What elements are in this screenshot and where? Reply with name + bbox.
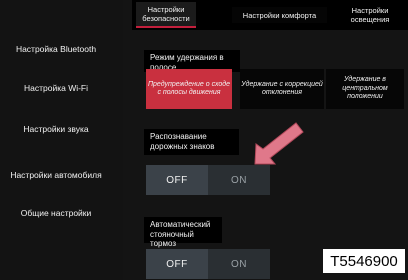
toggle-off-option[interactable]: OFF [146, 249, 208, 279]
tab-comfort[interactable]: Настройки комфорта [232, 7, 327, 23]
pointer-arrow-icon [254, 122, 304, 165]
sidebar-item-label: Настройки автомобиля [10, 170, 102, 180]
sidebar-item-bluetooth[interactable]: Настройка Bluetooth [6, 35, 106, 63]
option-label: Предупреждение о сходе с полосы движения [147, 80, 231, 97]
option-label: Удержание в центральном положении [342, 76, 388, 101]
sign-recognition-label: Распознавание дорожных знаков [144, 129, 239, 155]
toggle-on-option[interactable]: ON [208, 249, 270, 279]
sidebar-item-vehicle[interactable]: Настройки автомобиля [6, 163, 106, 187]
lane-departure-warning-button[interactable]: Предупреждение о сходе с полосы движения [146, 69, 232, 109]
tab-label: Настройки комфорта [242, 10, 317, 20]
sidebar-item-label: Настройки звука [23, 124, 89, 134]
option-label: Удержание с коррекцией отклонения [241, 80, 323, 97]
tab-safety[interactable]: Настройки безопасности [136, 2, 196, 28]
sidebar-item-sound[interactable]: Настройки звука [6, 121, 106, 137]
sidebar-item-label: Настройка Bluetooth [15, 44, 97, 54]
sidebar-item-label: Общие настройки [20, 208, 92, 218]
tab-label: Настройки безопасности [142, 5, 190, 23]
image-code-label: T5546900 [323, 249, 405, 273]
lane-keep-center-button[interactable]: Удержание в центральном положении [326, 69, 404, 109]
sidebar-item-wifi[interactable]: Настройка Wi-Fi [6, 80, 106, 96]
auto-parking-brake-toggle[interactable]: OFF ON [146, 249, 270, 279]
tab-lighting[interactable]: Настройки освещения [340, 2, 400, 28]
auto-parking-brake-label: Автоматический стояночный тормоз [144, 217, 222, 248]
lane-keep-correction-button[interactable]: Удержание с коррекцией отклонения [240, 69, 324, 109]
toggle-on-option[interactable]: ON [208, 165, 270, 195]
sidebar-item-general[interactable]: Общие настройки [6, 205, 106, 221]
tab-label: Настройки освещения [350, 6, 390, 24]
sidebar-item-label: Настройка Wi-Fi [23, 83, 89, 93]
sign-recognition-toggle[interactable]: OFF ON [146, 165, 270, 195]
toggle-off-option[interactable]: OFF [146, 165, 208, 195]
